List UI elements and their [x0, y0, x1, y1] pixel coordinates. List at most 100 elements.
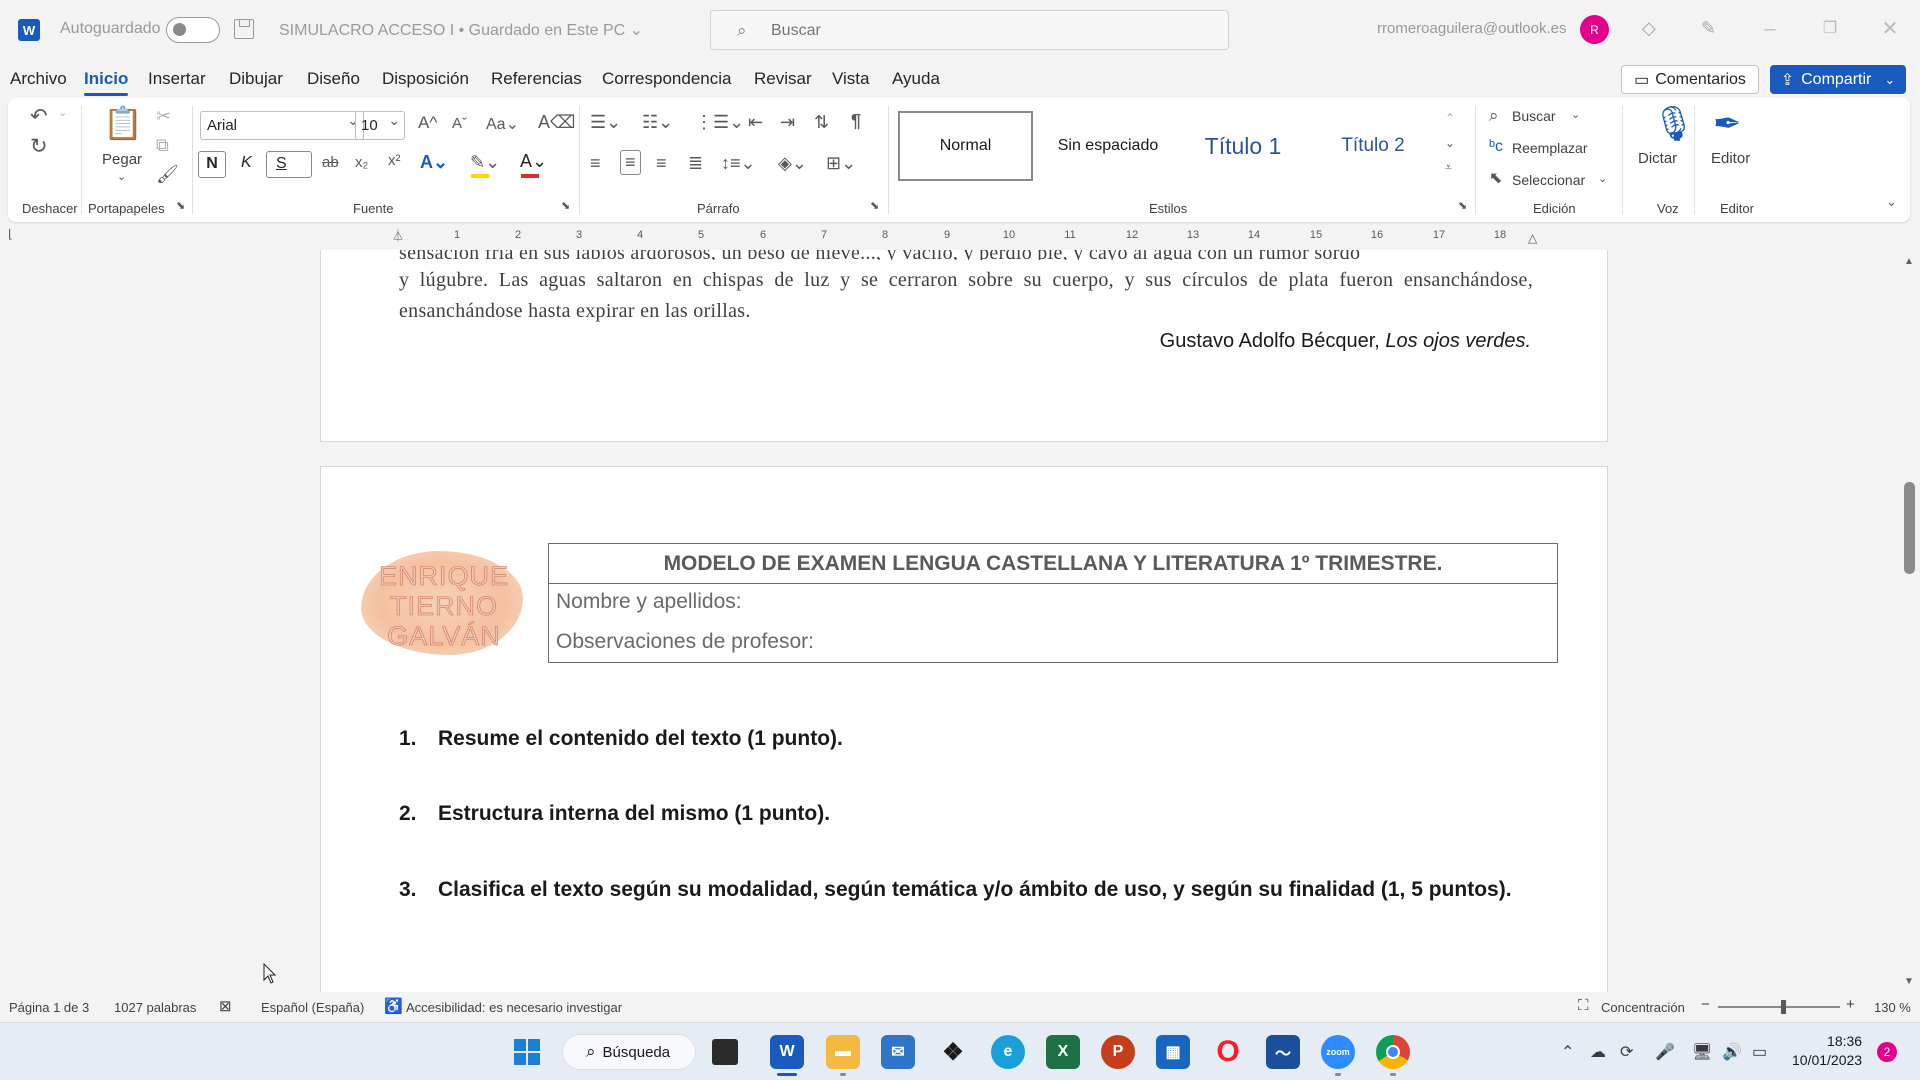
style-no-spacing[interactable]: Sin espaciado: [1038, 111, 1178, 181]
italic-button[interactable]: K: [241, 154, 252, 172]
chevron-up-icon[interactable]: ⌃: [1445, 111, 1455, 125]
autosave-toggle[interactable]: [166, 17, 220, 43]
dictate-button[interactable]: Dictar: [1638, 150, 1677, 167]
network-icon[interactable]: 🖥: [1692, 1042, 1712, 1062]
numbering-icon[interactable]: ☷⌄: [642, 112, 673, 133]
opera-icon[interactable]: O: [1211, 1035, 1245, 1069]
underline-button[interactable]: S: [266, 151, 312, 178]
task-view-icon[interactable]: [712, 1039, 738, 1065]
paste-label[interactable]: Pegar: [102, 151, 142, 168]
tab-ayuda[interactable]: Ayuda: [892, 69, 940, 89]
tab-revisar[interactable]: Revisar: [754, 69, 812, 89]
find-button[interactable]: Buscar: [1512, 108, 1556, 124]
powerpoint-icon[interactable]: P: [1101, 1035, 1135, 1069]
excel-icon[interactable]: X: [1046, 1035, 1080, 1069]
dialog-launcher-icon[interactable]: ⬊: [1458, 199, 1467, 212]
page-count[interactable]: Página 1 de 3: [9, 1000, 89, 1015]
word-taskbar-icon[interactable]: W: [770, 1035, 804, 1069]
line-spacing-icon[interactable]: ↕≡⌄: [721, 153, 756, 174]
align-right-icon[interactable]: ≡: [656, 153, 667, 174]
select-button[interactable]: Seleccionar: [1512, 172, 1585, 188]
paste-icon[interactable]: 📋: [103, 104, 143, 142]
chevron-up-icon[interactable]: ⌃: [1561, 1042, 1574, 1062]
align-left-icon[interactable]: ≡: [590, 153, 601, 174]
minimize-button[interactable]: –: [1755, 14, 1785, 44]
share-button[interactable]: ⇪ Compartir ⌄: [1770, 65, 1906, 94]
zoom-slider-thumb[interactable]: [1781, 1000, 1786, 1014]
chevron-down-icon[interactable]: ⌄: [1598, 172, 1607, 185]
pen-icon[interactable]: ✎: [1701, 18, 1716, 39]
sync-icon[interactable]: ⟳: [1620, 1042, 1633, 1062]
dialog-launcher-icon[interactable]: ⬊: [176, 199, 185, 212]
citation[interactable]: Gustavo Adolfo Bécquer, Los ojos verdes.: [1160, 330, 1531, 353]
pilcrow-icon[interactable]: ¶: [851, 111, 861, 132]
tab-archivo[interactable]: Archivo: [10, 69, 67, 89]
borders-icon[interactable]: ⊞⌄: [826, 153, 856, 174]
microphone-icon[interactable]: 🎙: [1652, 104, 1695, 144]
undo-icon[interactable]: ↶: [30, 104, 48, 129]
body-paragraph[interactable]: y lúgubre. Las aguas saltaron en chispas…: [399, 265, 1533, 327]
onedrive-icon[interactable]: ☁: [1590, 1042, 1606, 1062]
horizontal-ruler[interactable]: ⌊ 1 2 3 4 5 6 7 8 9 10 11 12 13 14 15 16…: [0, 225, 1920, 249]
chevron-down-icon[interactable]: ⌄: [58, 106, 67, 119]
font-name-select[interactable]: Arial: [200, 111, 364, 140]
taskbar-search[interactable]: ⌕ Búsqueda: [562, 1034, 696, 1070]
tab-dibujar[interactable]: Dibujar: [229, 69, 283, 89]
tab-insertar[interactable]: Insertar: [148, 69, 206, 89]
gallery-more-icon[interactable]: ⩡: [1445, 160, 1452, 175]
clear-formatting-icon[interactable]: A⌫: [538, 112, 575, 133]
volume-icon[interactable]: 🔊: [1722, 1042, 1742, 1062]
tab-vista[interactable]: Vista: [832, 69, 870, 89]
notification-badge[interactable]: 2: [1877, 1042, 1897, 1062]
grow-font-icon[interactable]: A^: [418, 113, 437, 133]
redo-icon[interactable]: ↻: [30, 134, 48, 159]
bullets-icon[interactable]: ☰⌄: [590, 112, 621, 133]
shrink-font-icon[interactable]: Aˇ: [452, 115, 467, 132]
chevron-down-icon[interactable]: ⌄: [117, 170, 126, 183]
zoom-level[interactable]: 130 %: [1874, 1000, 1911, 1015]
question-item[interactable]: 2. Estructura interna del mismo (1 punto…: [399, 795, 1533, 832]
language-indicator[interactable]: Español (España): [261, 1000, 364, 1015]
zoom-app-icon[interactable]: zoom: [1321, 1035, 1355, 1069]
system-clock[interactable]: 18:36 10/01/2023: [1792, 1032, 1862, 1070]
style-heading-2[interactable]: Título 2: [1308, 111, 1438, 181]
edge-icon[interactable]: e: [991, 1035, 1025, 1069]
tab-correspondencia[interactable]: Correspondencia: [602, 69, 731, 89]
justify-icon[interactable]: ≣: [688, 153, 703, 174]
document-canvas[interactable]: sensación fría en sus labios ardorosos, …: [0, 250, 1905, 992]
tab-selector-icon[interactable]: ⌊: [8, 227, 13, 241]
tab-disposicion[interactable]: Disposición: [382, 69, 469, 89]
cut-icon[interactable]: ✂: [156, 106, 171, 127]
tab-inicio[interactable]: Inicio: [84, 69, 129, 96]
dialog-launcher-icon[interactable]: ⬊: [870, 199, 879, 212]
style-normal[interactable]: Normal: [898, 111, 1033, 181]
comments-button[interactable]: ▭ Comentarios: [1621, 65, 1759, 94]
change-case-icon[interactable]: Aa⌄: [486, 114, 519, 134]
save-icon[interactable]: [234, 19, 254, 39]
bold-button[interactable]: N: [198, 151, 226, 178]
question-item[interactable]: 1. Resume el contenido del texto (1 punt…: [399, 720, 1533, 757]
strikethrough-icon[interactable]: ab: [322, 154, 339, 171]
avatar[interactable]: R: [1580, 15, 1609, 44]
shading-icon[interactable]: ◈⌄: [778, 153, 807, 174]
diamond-icon[interactable]: ◇: [1642, 18, 1656, 39]
zoom-in-button[interactable]: +: [1846, 996, 1855, 1013]
whiteboard-icon[interactable]: 〜: [1266, 1035, 1300, 1069]
tab-referencias[interactable]: Referencias: [491, 69, 582, 89]
observations-field[interactable]: Observaciones de profesor:: [556, 630, 814, 654]
style-heading-1[interactable]: Título 1: [1178, 111, 1308, 181]
name-field[interactable]: Nombre y apellidos:: [556, 590, 742, 614]
replace-icon[interactable]: ᵇc: [1489, 138, 1503, 156]
sort-icon[interactable]: ⇅: [814, 112, 829, 133]
collapse-ribbon-icon[interactable]: ⌄: [1886, 194, 1897, 210]
editor-pen-icon[interactable]: ✒: [1713, 104, 1742, 144]
account-email[interactable]: rromeroaguilera@outlook.es: [1377, 20, 1567, 37]
highlight-icon[interactable]: ✎⌄: [470, 152, 500, 173]
exam-header-table[interactable]: MODELO DE EXAMEN LENGUA CASTELLANA Y LIT…: [548, 543, 1558, 663]
store-icon[interactable]: ▦: [1156, 1035, 1190, 1069]
editor-button[interactable]: Editor: [1711, 150, 1750, 167]
chevron-down-icon[interactable]: ⌄: [1571, 108, 1580, 121]
exam-title[interactable]: MODELO DE EXAMEN LENGUA CASTELLANA Y LIT…: [549, 544, 1557, 584]
mail-icon[interactable]: ✉: [881, 1035, 915, 1069]
dropbox-icon[interactable]: ❖: [936, 1035, 970, 1069]
